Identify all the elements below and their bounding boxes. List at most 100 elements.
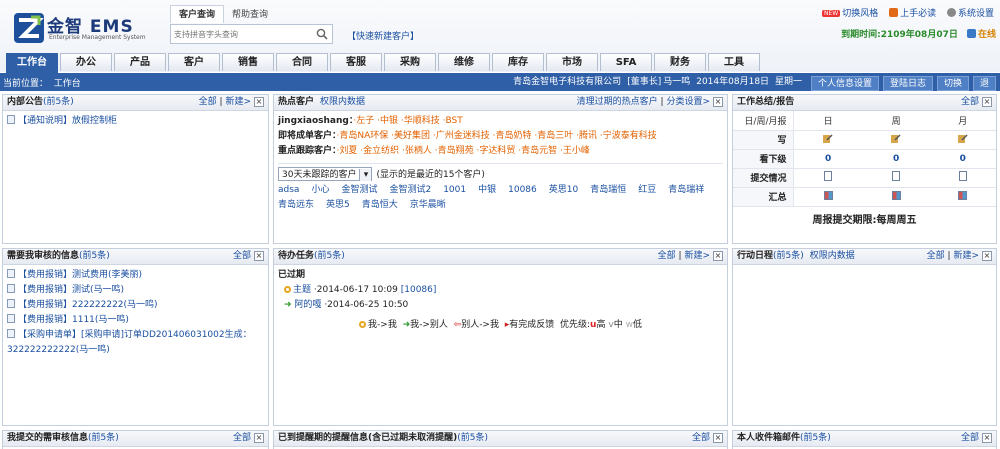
nav-tab-customer[interactable]: 客户 [168,53,220,71]
todo-all-link[interactable]: 全部 [658,251,676,261]
hot-customer-link[interactable]: ·腾讯 [576,131,597,141]
customer-link[interactable]: 英思5 [326,200,350,210]
customer-link[interactable]: 金智测试 [341,185,377,195]
hot-customer-link[interactable]: ·左子 [353,116,374,126]
hot-customer-link[interactable]: ·华顺科技 [401,116,440,126]
close-icon[interactable]: × [982,251,992,261]
category-settings-link[interactable]: 分类设置> [666,97,710,107]
nav-tab-purchase[interactable]: 采购 [384,53,436,71]
profile-settings-button[interactable]: 个人信息设置 [810,76,879,91]
submitted-all-link[interactable]: 全部 [233,433,251,443]
nav-tab-contract[interactable]: 合同 [276,53,328,71]
todo-new-link[interactable]: 新建> [684,251,710,261]
hot-customer-link[interactable]: ·字达科贸 [477,146,516,156]
close-icon[interactable]: × [713,97,723,107]
search-input[interactable] [171,25,309,43]
list-item[interactable]: 【通知说明】放假控制柜 [7,114,264,129]
mail-all-link[interactable]: 全部 [961,433,979,443]
permission-data-link[interactable]: 权限内数据 [320,97,365,107]
nav-tab-sfa[interactable]: SFA [600,53,652,71]
pencil-icon[interactable] [957,133,968,143]
customer-link[interactable]: 青岛恒大 [362,200,398,210]
work-report-all-link[interactable]: 全部 [961,97,979,107]
hot-customer-link[interactable]: ·宁波泰有科技 [600,131,657,141]
tab-customer-search[interactable]: 客户查询 [170,5,225,23]
customer-link[interactable]: 青岛瑞恒 [590,185,626,195]
close-icon[interactable]: × [982,97,992,107]
notice-all-link[interactable]: 全部 [199,97,217,107]
document-icon[interactable] [892,171,901,181]
hot-customer-link[interactable]: ·张柄人 [402,146,432,156]
hot-customer-link[interactable]: ·金立纺织 [360,146,399,156]
customer-link[interactable]: 京华晨晰 [410,200,446,210]
approve-item-link[interactable]: 【费用报销】测试(马一鸣) [18,285,124,295]
schedule-all-link[interactable]: 全部 [927,251,945,261]
nav-tab-repair[interactable]: 维修 [438,53,490,71]
grid-icon[interactable] [958,190,968,200]
pencil-icon[interactable] [891,133,901,143]
approve-item-link[interactable]: 322222222222(马一鸣) [7,345,110,355]
nav-tab-finance[interactable]: 财务 [654,53,706,71]
list-item-continued[interactable]: 322222222222(马一鸣) [7,343,264,358]
nav-tab-inventory[interactable]: 库存 [492,53,544,71]
customer-link[interactable]: 10086 [508,185,537,195]
notice-new-link[interactable]: 新建> [225,97,251,107]
nav-tab-tools[interactable]: 工具 [708,53,760,71]
task-row[interactable]: 主题 ·2014-06-17 10:09 [10086] [278,283,723,298]
close-icon[interactable]: × [254,97,264,107]
grid-icon[interactable] [891,190,901,200]
permission-data-link[interactable]: 权限内数据 [810,251,855,261]
notice-item-link[interactable]: 【通知说明】放假控制柜 [18,116,117,126]
customer-link[interactable]: 红豆 [638,185,656,195]
close-icon[interactable]: × [982,433,992,443]
nav-tab-service[interactable]: 客服 [330,53,382,71]
login-log-button[interactable]: 登陆日志 [882,76,933,91]
hot-customer-link[interactable]: ·BST [443,116,463,126]
tab-help-search[interactable]: 帮助查询 [224,6,276,24]
customer-link[interactable]: 青岛瑞祥 [668,185,704,195]
task-row[interactable]: ➜ 阿的嘎 ·2014-06-25 10:50 [278,298,723,313]
clear-expired-link[interactable]: 清理过期的热点客户 [577,97,658,107]
must-read-link[interactable]: 上手必读 [889,8,936,19]
hot-customer-link[interactable]: ·青岛元智 [518,146,557,156]
close-icon[interactable]: × [254,251,264,261]
close-icon[interactable]: × [254,433,264,443]
task-link[interactable]: 主题 [293,285,311,295]
hot-customer-link[interactable]: ·王小峰 [560,146,590,156]
customer-link[interactable]: 英思10 [549,185,578,195]
hot-customer-link[interactable]: ·青岛奶特 [493,131,532,141]
count-link[interactable]: 0 [929,149,996,169]
customer-link[interactable]: 金智测试2 [389,185,431,195]
list-item[interactable]: 【费用报销】222222222(马一鸣) [7,298,264,313]
logout-button[interactable]: 退 [972,76,996,91]
list-item[interactable]: 【费用报销】测试(马一鸣) [7,283,264,298]
task-extra[interactable]: [10086] [401,285,437,295]
nav-tab-market[interactable]: 市场 [546,53,598,71]
document-icon[interactable] [824,171,833,181]
close-icon[interactable]: × [713,251,723,261]
hot-customer-link[interactable]: ·青岛NA环保 [337,131,389,141]
nav-tab-sales[interactable]: 销售 [222,53,274,71]
hot-customer-link[interactable]: ·广州金迷科技 [433,131,490,141]
count-link[interactable]: 0 [793,149,863,169]
nav-tab-office[interactable]: 办公 [60,53,112,71]
search-icon[interactable] [316,28,328,40]
hot-customer-link[interactable]: ·刘夏 [337,146,358,156]
list-item[interactable]: 【采购申请单】[采购申请]订单DD201406031002生成： [7,328,264,343]
settings-link[interactable]: 系统设置 [946,8,994,19]
hot-customer-link[interactable]: ·青岛翔苑 [435,146,474,156]
customer-link[interactable]: 青岛远东 [278,200,314,210]
count-link[interactable]: 0 [862,149,930,169]
list-item[interactable]: 【费用报销】测试费用(李美丽) [7,268,264,283]
nav-tab-workbench[interactable]: 工作台 [6,53,58,73]
customer-link[interactable]: adsa [278,185,299,195]
customer-link[interactable]: 1001 [443,185,466,195]
customer-link[interactable]: 中银 [478,185,496,195]
nav-tab-product[interactable]: 产品 [114,53,166,71]
document-icon[interactable] [958,171,967,181]
hot-customer-link[interactable]: ·中银 [377,116,398,126]
approve-item-link[interactable]: 【费用报销】222222222(马一鸣) [18,300,158,310]
switch-style-link[interactable]: NEW 切换风格 [821,9,878,19]
approve-all-link[interactable]: 全部 [233,251,251,261]
pencil-icon[interactable] [823,133,833,143]
